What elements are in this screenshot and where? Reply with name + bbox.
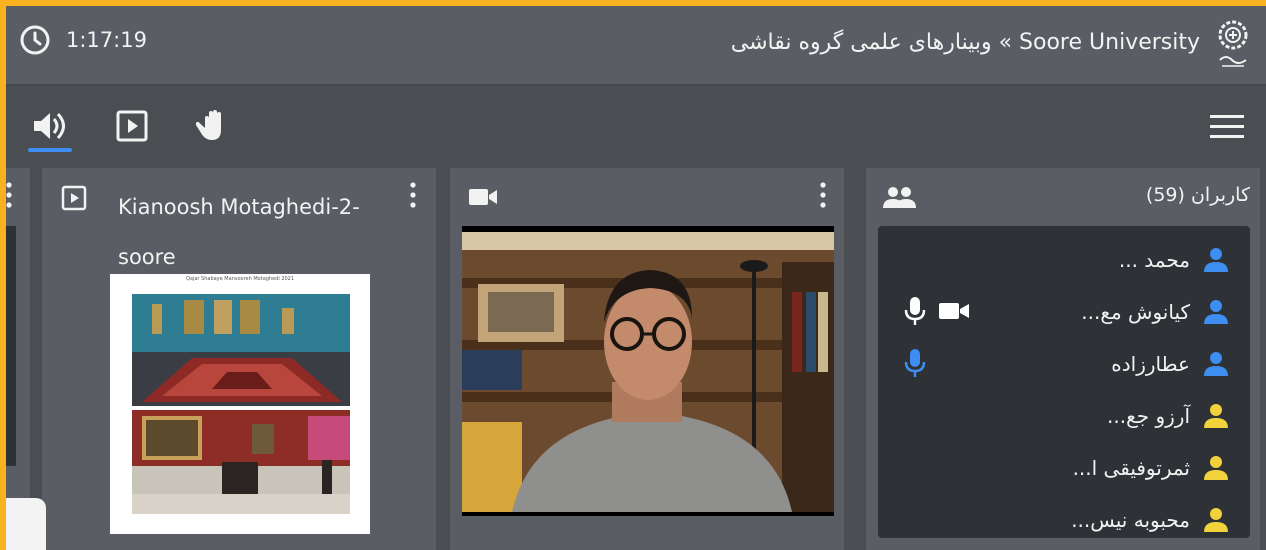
users-group-icon (883, 187, 916, 208)
user-icon (1204, 456, 1228, 480)
presentation-icon (61, 185, 87, 211)
slide-caption: Qajar Shabaye Mansooreh Motaghedi 2021 (185, 276, 295, 282)
webcam-video (462, 226, 834, 516)
kebab-menu-icon[interactable] (6, 182, 12, 208)
user-name: محمد ... (1118, 248, 1190, 272)
toolbar (6, 86, 1266, 168)
user-row[interactable]: محبوبه نیس... (878, 496, 1250, 538)
user-icon (1204, 404, 1228, 428)
user-name: محبوبه نیس... (1071, 508, 1190, 532)
active-tab-indicator (28, 148, 72, 152)
kebab-menu-icon[interactable] (410, 182, 416, 208)
meeting-title: Soore University » وبینارهای علمی گروه ن… (730, 30, 1200, 55)
user-icon (1204, 300, 1228, 324)
clock-icon (20, 25, 50, 55)
users-list: محمد ... کیانوش مع... عطارزاده آرزو جع..… (878, 226, 1250, 538)
user-row[interactable]: محمد ... (878, 236, 1250, 288)
app-frame: 1:17:19 Soore University » وبینارهای علم… (6, 6, 1266, 550)
presentation-panel: Kianoosh Motaghedi-2-soore Qajar Shabaye… (42, 168, 436, 550)
presentation-icon[interactable] (114, 108, 150, 144)
microphone-icon (904, 297, 926, 325)
user-name: ثمرتوفیقی ا... (1072, 456, 1190, 480)
user-name: عطارزاده (1111, 352, 1190, 376)
microphone-icon (904, 349, 926, 377)
users-panel: کاربران (59) محمد ... کیانوش مع... عطارز… (866, 168, 1260, 550)
user-name: آرزو جع... (1107, 404, 1190, 428)
user-row[interactable]: کیانوش مع... (878, 288, 1250, 340)
audio-icon[interactable] (30, 108, 66, 144)
user-icon (1204, 248, 1228, 272)
user-icon (1204, 508, 1228, 532)
menu-icon[interactable] (1210, 114, 1244, 140)
users-count-title: کاربران (59) (1145, 184, 1250, 206)
offscreen-content (6, 226, 16, 466)
user-name: کیانوش مع... (1081, 300, 1190, 324)
top-bar: 1:17:19 Soore University » وبینارهای علم… (6, 6, 1266, 86)
user-row[interactable]: آرزو جع... (878, 392, 1250, 444)
video-camera-icon (939, 303, 969, 319)
user-row[interactable]: ثمرتوفیقی ا... (878, 444, 1250, 496)
session-timer: 1:17:19 (66, 28, 147, 52)
kebab-menu-icon[interactable] (820, 182, 826, 208)
speaker-video-frame (462, 232, 834, 512)
corner-overlay (6, 498, 46, 550)
raise-hand-icon[interactable] (196, 108, 232, 144)
video-camera-icon (469, 189, 497, 205)
university-logo-icon (1218, 20, 1248, 67)
user-row[interactable]: عطارزاده (878, 340, 1250, 392)
video-panel (450, 168, 844, 550)
gallery-photos (132, 294, 350, 514)
presentation-title: Kianoosh Motaghedi-2-soore (118, 195, 360, 269)
offscreen-panel (6, 168, 30, 550)
user-icon (1204, 352, 1228, 376)
slide-image: Qajar Shabaye Mansooreh Motaghedi 2021 (110, 274, 370, 534)
